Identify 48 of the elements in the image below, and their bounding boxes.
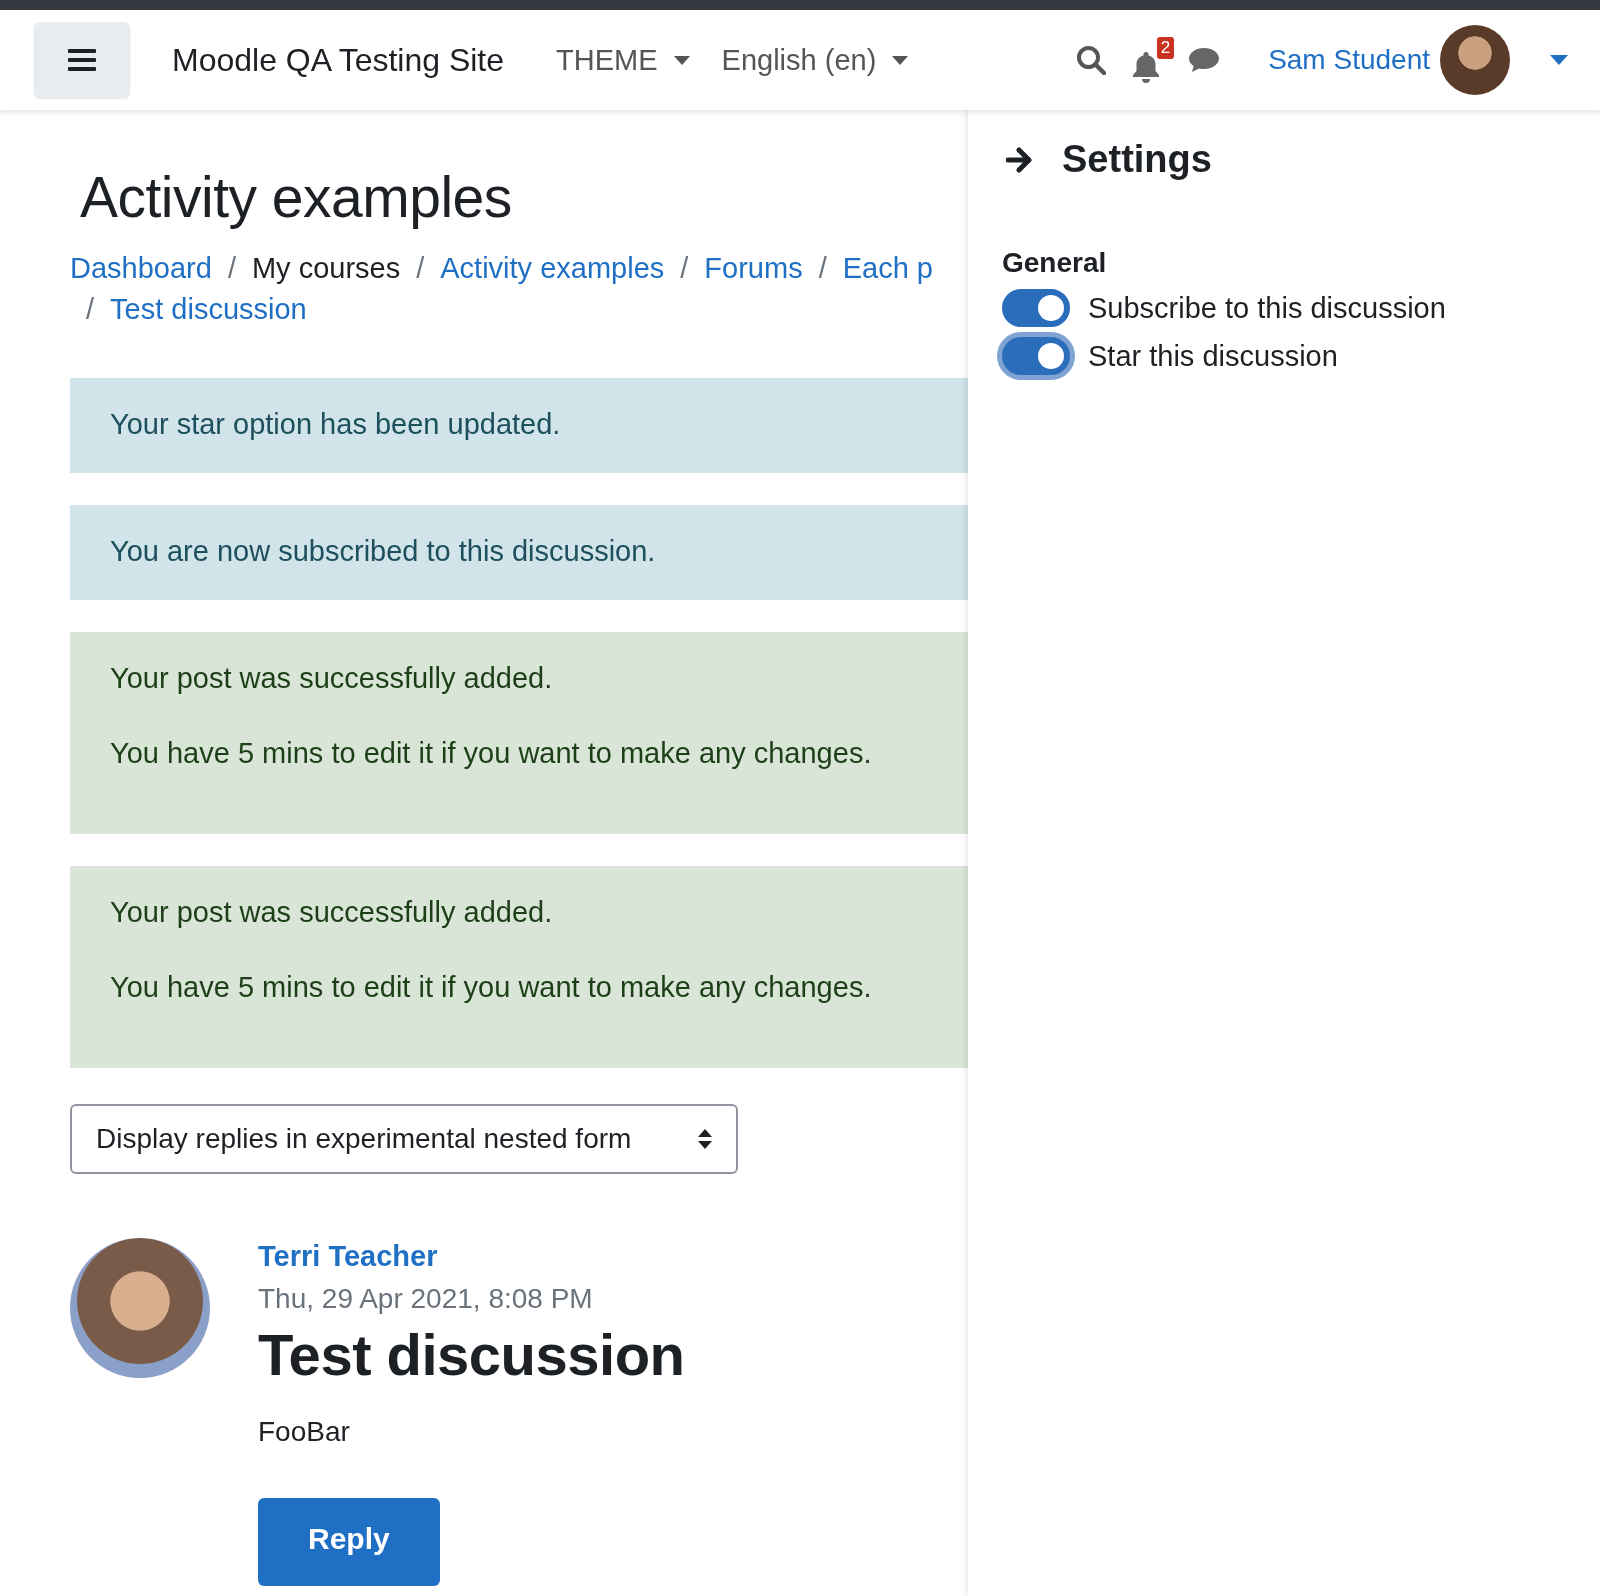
nav-dropdown[interactable]: English (en): [721, 43, 909, 77]
page-title: Activity examples: [80, 164, 513, 230]
alert-message: Your post was successfully added.: [110, 896, 554, 929]
caret-icon: [1550, 55, 1568, 65]
alert-message: Your post was successfully added.: [110, 662, 554, 695]
right-arrow-icon: [1006, 146, 1034, 173]
breadcrumb-separator: /: [680, 252, 689, 285]
drawer-title: Settings: [1062, 138, 1212, 181]
alert-message: Your star option has been updated.: [110, 408, 562, 441]
breadcrumb-separator: /: [818, 252, 827, 285]
user-name-link[interactable]: Sam Student: [1268, 44, 1430, 76]
nav-dropdown[interactable]: THEME: [556, 43, 690, 77]
notification-count: 2: [1156, 37, 1175, 59]
post-body: FooBar: [258, 1416, 350, 1448]
reply-button[interactable]: Reply: [258, 1498, 440, 1586]
caret-icon: [673, 55, 690, 65]
breadcrumb-link[interactable]: Dashboard: [70, 252, 212, 285]
bell-icon: [1132, 51, 1161, 83]
search-icon: [1076, 45, 1107, 75]
chat-bubble-icon: [1188, 47, 1221, 73]
display-mode-select[interactable]: Display replies in experimental nested form: [70, 1104, 738, 1174]
post-date: Thu, 29 Apr 2021, 8:08 PM: [258, 1283, 593, 1315]
breadcrumb-link[interactable]: Test discussion: [110, 293, 307, 326]
user-menu-button[interactable]: [1550, 55, 1568, 65]
author-link[interactable]: Terri Teacher: [258, 1240, 438, 1273]
toggle-switch[interactable]: [1002, 289, 1070, 327]
messages-button[interactable]: [1188, 47, 1221, 73]
sort-arrows-icon: [698, 1129, 712, 1149]
menu-button[interactable]: [34, 22, 130, 98]
alert-message: You have 5 mins to edit it if you want to make any changes.: [110, 971, 873, 1004]
breadcrumb-text: My courses: [251, 252, 401, 285]
breadcrumb-link[interactable]: Activity examples: [440, 252, 665, 285]
breadcrumb-separator: /: [86, 293, 95, 326]
toggle-label[interactable]: Subscribe to this discussion: [1088, 291, 1446, 325]
breadcrumb-link[interactable]: Forums: [704, 252, 803, 285]
caret-icon: [892, 55, 909, 65]
notifications-button[interactable]: 2: [1132, 37, 1175, 83]
post-title: Test discussion: [258, 1321, 685, 1388]
breadcrumb-link[interactable]: Each p: [842, 252, 933, 285]
menu-icon: [68, 49, 96, 71]
toggle-label[interactable]: Star this discussion: [1088, 339, 1338, 373]
alert-message: You are now subscribed to this discussion.: [110, 535, 657, 568]
breadcrumb-separator: /: [416, 252, 425, 285]
breadcrumb-separator: /: [227, 252, 236, 285]
site-name-link[interactable]: Moodle QA Testing Site: [172, 41, 505, 79]
search-button[interactable]: [1076, 45, 1107, 75]
alert-message: You have 5 mins to edit it if you want to make any changes.: [110, 737, 873, 770]
section-heading: General: [1002, 247, 1108, 279]
